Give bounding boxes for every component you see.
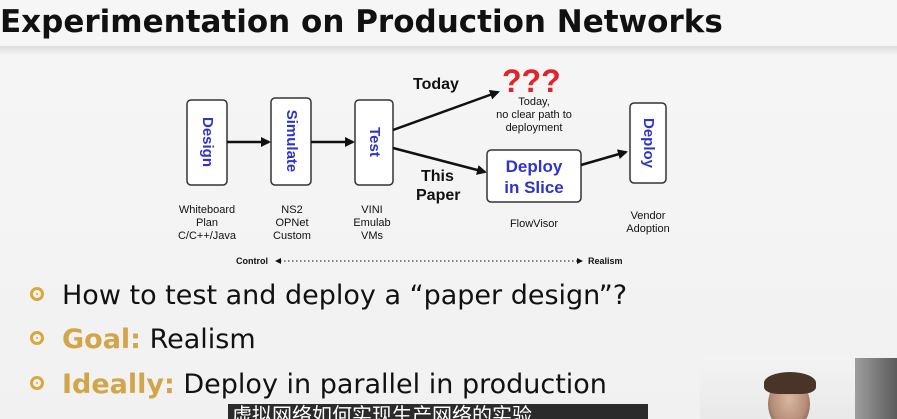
bullet-3-keyword: Ideally:	[62, 369, 175, 400]
bullet-target-icon	[30, 375, 44, 390]
pipeline-diagram: Design Simulate Test Today ??? Today, no…	[178, 63, 670, 266]
deploy-sublabel-1: Vendor	[631, 210, 666, 222]
simulate-sublabel-3: Custom	[273, 230, 311, 242]
speaker-hair	[764, 372, 816, 394]
bullet-target-icon	[30, 330, 44, 345]
today-label: Today	[413, 76, 459, 93]
simulate-sublabel-2: OPNet	[275, 217, 308, 229]
test-sublabel-1: VINI	[361, 204, 382, 216]
deploy-label: Deploy	[640, 118, 657, 169]
deploy-sublabel-2: Adoption	[626, 223, 669, 235]
today-note-line-3: deployment	[506, 122, 563, 134]
design-label: Design	[199, 117, 216, 167]
simulate-sublabel-1: NS2	[281, 204, 302, 216]
axis-control-label: Control	[236, 256, 268, 266]
bullet-2-keyword: Goal:	[62, 324, 141, 355]
axis-realism-label: Realism	[588, 256, 623, 266]
today-note-line-2: no clear path to	[496, 109, 572, 121]
test-stage: Test	[354, 99, 394, 186]
test-sublabel-2: Emulab	[353, 217, 390, 229]
this-paper-label-2: Paper	[416, 187, 460, 204]
test-label: Test	[366, 127, 383, 157]
bullet-2: Goal: Realism	[30, 324, 256, 355]
design-sublabel-1: Whiteboard	[179, 204, 235, 216]
test-sublabel-3: VMs	[361, 230, 384, 242]
design-sublabel-2: Plan	[196, 217, 218, 229]
arrow-today	[392, 90, 500, 132]
question-marks: ???	[502, 63, 561, 99]
deploy-in-slice-stage: Deploy in Slice	[486, 149, 582, 203]
deploy-stage: Deploy	[629, 102, 667, 184]
webcam-background	[855, 358, 897, 419]
bullet-1: How to test and deploy a “paper design”?	[30, 280, 627, 311]
deploy-in-slice-label-1: Deploy	[506, 157, 563, 176]
arrow-slice-deploy	[580, 149, 628, 167]
design-stage: Design	[186, 99, 228, 186]
bullet-1-text: How to test and deploy a “paper design”?	[62, 280, 628, 311]
today-note-line-1: Today,	[518, 96, 550, 108]
bullet-3-text: Deploy in parallel in production	[174, 369, 607, 400]
video-subtitle: 虚拟网络如何实现生产网络的实验	[232, 403, 532, 419]
simulate-label: Simulate	[283, 110, 300, 173]
bullet-target-icon	[30, 286, 44, 301]
this-paper-label-1: This	[421, 168, 454, 185]
flowvisor-label: FlowVisor	[510, 218, 558, 230]
bullet-3: Ideally: Deploy in parallel in productio…	[30, 369, 607, 400]
design-sublabel-3: C/C++/Java	[178, 230, 237, 242]
deploy-in-slice-label-2: in Slice	[504, 178, 564, 197]
speaker-webcam	[700, 358, 897, 419]
bullet-2-text: Realism	[140, 324, 256, 355]
simulate-stage: Simulate	[270, 97, 312, 186]
